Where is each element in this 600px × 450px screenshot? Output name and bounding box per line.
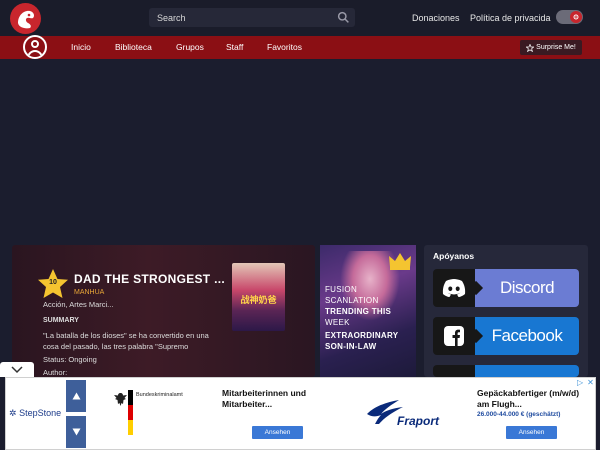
third-social-label	[475, 365, 579, 377]
stepstone-brand: StepStone	[19, 408, 62, 418]
user-avatar-icon[interactable]	[23, 35, 47, 59]
promo-line-4: WEEK	[325, 318, 350, 327]
featured-author: Author:	[43, 368, 68, 377]
promo-line-6: SON-IN-LAW	[325, 342, 377, 351]
featured-cover-image[interactable]: 战神奶爸	[232, 263, 285, 331]
surprise-me-button[interactable]: Surprise Me!	[520, 40, 582, 55]
nav-item-staff[interactable]: Staff	[226, 42, 243, 52]
featured-status: Status: Ongoing	[43, 355, 97, 364]
ad1-text[interactable]: Mitarbeiterinnen und Mitarbeiter...	[222, 388, 332, 410]
ad2-title[interactable]: Gepäckabfertiger (m/w/d) am Flugh...	[477, 388, 589, 410]
promo-line-5: EXTRAORDINARY	[325, 331, 399, 340]
crown-icon	[389, 253, 411, 270]
nav-item-favoritos[interactable]: Favoritos	[267, 42, 302, 52]
ad1-ansehen-button[interactable]: Ansehen	[252, 426, 303, 439]
triangle-down-icon	[72, 428, 80, 436]
chevron-down-icon	[11, 365, 23, 373]
theme-toggle[interactable]	[556, 10, 583, 24]
third-social-button[interactable]	[433, 365, 579, 377]
facebook-label: Facebook	[475, 317, 579, 355]
star-outline-icon	[526, 43, 535, 52]
nav-item-inicio[interactable]: Inicio	[71, 42, 91, 52]
ad-prev-button[interactable]	[66, 380, 86, 412]
support-panel	[424, 245, 588, 377]
dragon-icon	[17, 10, 34, 28]
ad-next-button[interactable]	[66, 416, 86, 448]
surprise-me-label: Surprise Me!	[536, 44, 576, 51]
rank-star-icon: 10	[36, 268, 70, 300]
ad2-ansehen-button[interactable]: Ansehen	[506, 426, 557, 439]
discord-button[interactable]: Discord	[433, 269, 579, 307]
main-nav: Inicio Biblioteca Grupos Staff Favoritos	[0, 35, 600, 59]
nav-item-biblioteca[interactable]: Biblioteca	[115, 42, 152, 52]
fraport-label: Fraport	[397, 414, 439, 428]
support-heading: Apóyanos	[433, 251, 475, 261]
featured-genres: Acción, Artes Marci...	[43, 300, 114, 309]
site-logo[interactable]	[10, 3, 41, 34]
ad2-salary: 26.000-44.000 € (geschätzt)	[477, 411, 561, 418]
ad-collapse-button[interactable]	[0, 362, 34, 377]
rank-number: 10	[49, 279, 57, 286]
donaciones-link[interactable]: Donaciones	[412, 13, 460, 23]
adchoices-icon[interactable]: ▷	[577, 378, 583, 387]
promo-line-2: SCANLATION	[325, 296, 379, 305]
discord-label: Discord	[475, 269, 579, 307]
search-input[interactable]	[149, 8, 329, 27]
nav-item-grupos[interactable]: Grupos	[176, 42, 204, 52]
german-flag-bar	[128, 390, 133, 435]
hero-area	[0, 59, 600, 245]
eagle-icon	[114, 393, 127, 406]
search-bar	[149, 8, 355, 27]
featured-title[interactable]: DAD THE STRONGEST ...	[74, 272, 225, 286]
promo-line-1: FUSION	[325, 285, 358, 294]
featured-type: MANHUA	[74, 289, 105, 296]
summary-heading: SUMMARY	[43, 317, 79, 324]
close-ad-icon[interactable]: ✕	[587, 378, 594, 387]
stepstone-logo[interactable]: ✲ StepStone	[9, 408, 61, 419]
bka-label: Bundeskriminalamt	[136, 392, 183, 398]
ad-choices[interactable]: ▷ ✕	[577, 378, 595, 387]
fraport-logo[interactable]: Fraport	[365, 396, 445, 432]
promo-line-3: TRENDING THIS	[325, 307, 392, 316]
gear-icon	[573, 14, 579, 20]
cover-title-text: 战神奶爸	[240, 295, 277, 305]
stepstone-mark-icon: ✲	[9, 408, 17, 418]
triangle-up-icon	[72, 392, 80, 400]
discord-icon	[433, 269, 475, 307]
top-bar: Donaciones Política de privacida	[0, 0, 600, 36]
facebook-button[interactable]: Facebook	[433, 317, 579, 355]
social-icon	[433, 365, 475, 377]
privacy-policy-link[interactable]: Política de privacida	[470, 13, 551, 23]
facebook-icon	[433, 317, 475, 355]
toggle-knob	[570, 11, 582, 23]
featured-summary: "La batalla de los dioses" se ha convert…	[43, 331, 209, 351]
search-icon[interactable]	[337, 11, 350, 24]
